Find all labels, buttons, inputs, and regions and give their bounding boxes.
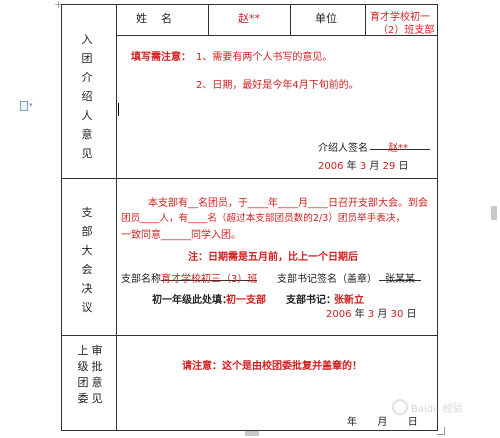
branch-date-day[interactable]: 30 bbox=[391, 309, 404, 320]
label-char: 团 bbox=[77, 376, 89, 389]
introducer-date: 2006 年 3 月 29 日 bbox=[318, 157, 409, 172]
label-char: 入 bbox=[81, 33, 93, 46]
introducer-opinion-label: 入 团 介 绍 人 意 见 bbox=[80, 30, 94, 163]
branch-secretary-text: 张某某 bbox=[385, 274, 415, 285]
branch-date-year[interactable]: 2006 bbox=[326, 309, 351, 320]
table-resize-grip[interactable] bbox=[437, 427, 445, 435]
branch-secretary-label: 支部书记签名（盖章） bbox=[277, 274, 377, 285]
header-divider-1 bbox=[208, 4, 209, 35]
label-char: 决 bbox=[81, 282, 93, 295]
watermark-logo-icon bbox=[392, 399, 408, 415]
text-cursor bbox=[118, 103, 119, 116]
label-char: 见 bbox=[91, 392, 103, 405]
branch-paragraph-line-3: 一致同意______同学入团。 bbox=[121, 230, 241, 241]
table-border-bottom bbox=[61, 430, 438, 431]
introducer-signature-field: 赵** bbox=[370, 139, 430, 154]
year-suffix: 年 bbox=[346, 161, 357, 172]
label-char: 级 bbox=[77, 360, 89, 373]
day-suffix: 日 bbox=[406, 309, 417, 320]
label-char: 人 bbox=[81, 109, 93, 122]
introducer-date-year[interactable]: 2006 bbox=[318, 161, 343, 172]
introducer-signature-label: 介绍人签名 bbox=[318, 143, 368, 154]
introducer-notice-title: 填写需注意： bbox=[131, 52, 191, 63]
label-char: 团 bbox=[81, 52, 93, 65]
header-divider-3 bbox=[365, 4, 366, 35]
label-char: 审 bbox=[91, 344, 103, 357]
approval-notice: 请注意：这个是由校团委批复并盖章的！ bbox=[182, 361, 362, 372]
branch-date-note: 注：日期需是五月前，比上一个日期后 bbox=[188, 252, 358, 263]
table-move-handle[interactable]: + bbox=[54, 0, 64, 10]
month-suffix: 月 bbox=[377, 309, 388, 320]
branch-secretary-2-label: 支部书记： bbox=[286, 295, 336, 306]
unit-value-line-2[interactable]: （2）班支部 bbox=[378, 21, 434, 36]
label-char: 会 bbox=[81, 263, 93, 276]
label-char: 议 bbox=[81, 301, 93, 314]
name-value[interactable]: 赵** bbox=[238, 10, 260, 26]
year-suffix: 年 bbox=[347, 417, 357, 428]
label-char: 见 bbox=[81, 147, 93, 160]
column-resize-handle[interactable] bbox=[491, 206, 497, 220]
branch-name-value[interactable]: 育才学校初三（3）班 bbox=[161, 270, 258, 285]
branch-paragraph-line-1: 本支部有__名团员，于____年____月____日召开支部大会。到会 bbox=[148, 198, 428, 209]
approval-label-col-2: 审 批 意 见 bbox=[90, 343, 104, 407]
section-divider-2 bbox=[61, 335, 438, 336]
label-char: 批 bbox=[91, 360, 103, 373]
label-char: 意 bbox=[81, 128, 93, 141]
section-divider-1 bbox=[61, 178, 438, 179]
unit-label: 单位 bbox=[315, 12, 337, 25]
table-border-left bbox=[61, 4, 62, 431]
introducer-notice-1: 1、需要有两个人书写的意见。 bbox=[196, 52, 333, 63]
label-char: 部 bbox=[81, 225, 93, 238]
name-label: 姓 名 bbox=[136, 12, 172, 25]
branch-date: 2006 年 3 月 30 日 bbox=[326, 305, 417, 320]
day-suffix: 日 bbox=[398, 161, 409, 172]
label-char: 意 bbox=[91, 376, 103, 389]
paragraph-marker-icon[interactable]: ▾ bbox=[20, 101, 36, 113]
approval-label-col-1: 上 级 团 委 bbox=[76, 343, 90, 407]
branch-secretary-2-value: 张新立 bbox=[334, 295, 364, 306]
introducer-notice-2: 2、日期，最好是今年4月下旬前的。 bbox=[196, 80, 359, 91]
branch-date-month[interactable]: 3 bbox=[368, 309, 374, 320]
introducer-date-month[interactable]: 3 bbox=[360, 161, 366, 172]
grade-hint-value: 初一支部 bbox=[226, 295, 266, 306]
month-suffix: 月 bbox=[377, 417, 388, 428]
branch-secretary-field: 张某某 bbox=[379, 270, 421, 285]
header-divider-2 bbox=[290, 4, 291, 35]
signature-text: 赵** bbox=[388, 143, 408, 154]
branch-secretary-value[interactable]: 张某某 bbox=[379, 270, 421, 285]
branch-paragraph-line-2: 团员____人，有____名（超过本支部团员数的2/3）团员举手表决， bbox=[121, 213, 406, 224]
label-column-divider bbox=[116, 4, 117, 431]
label-char: 绍 bbox=[81, 90, 93, 103]
month-suffix: 月 bbox=[369, 161, 380, 172]
label-char: 介 bbox=[81, 71, 93, 84]
branch-name-text: 育才学校初三（3）班 bbox=[161, 274, 258, 285]
label-char: 委 bbox=[77, 392, 89, 405]
watermark: Baidu 经验 bbox=[392, 399, 496, 419]
year-suffix: 年 bbox=[354, 309, 365, 320]
branch-resolution-label: 支 部 大 会 决 议 bbox=[80, 203, 94, 317]
branch-name-field: 育才学校初三（3）班 bbox=[161, 270, 258, 285]
grade-hint-label: 初一年级此处填： bbox=[152, 295, 232, 306]
label-char: 支 bbox=[81, 206, 93, 219]
label-char: 上 bbox=[77, 344, 89, 357]
branch-name-label: 支部名称 bbox=[121, 274, 161, 285]
introducer-signature-value[interactable]: 赵** bbox=[370, 139, 430, 154]
table-border-top bbox=[61, 4, 438, 5]
watermark-text: Baidu 经验 bbox=[411, 403, 463, 415]
table-border-right bbox=[437, 4, 438, 431]
label-char: 大 bbox=[81, 244, 93, 257]
introducer-date-day[interactable]: 29 bbox=[383, 161, 396, 172]
